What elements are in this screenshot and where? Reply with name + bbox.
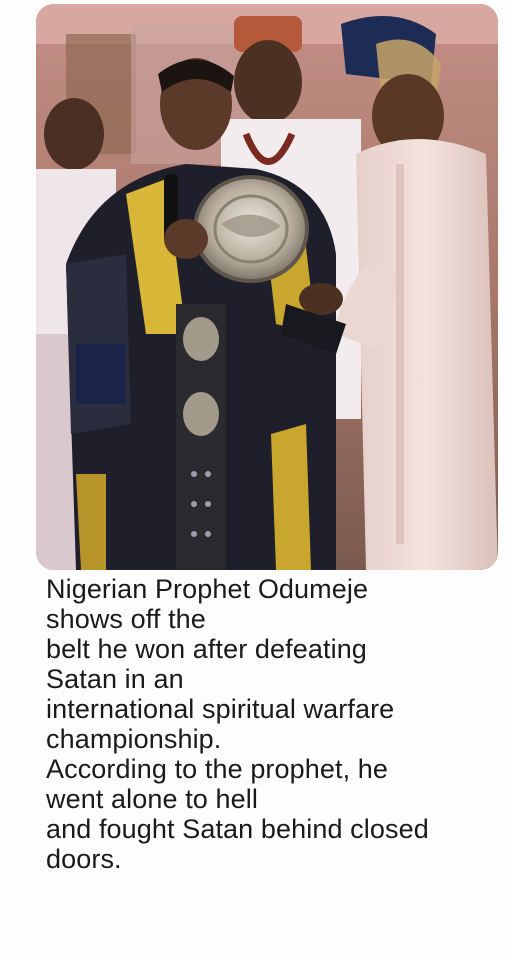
caption-line: went alone to hell: [46, 784, 258, 814]
post-caption: Nigerian Prophet Odumeje shows off the b…: [46, 574, 491, 874]
caption-line: Nigerian Prophet Odumeje: [46, 574, 369, 604]
caption-line: doors.: [46, 844, 122, 874]
caption-line: international spiritual warfare: [46, 694, 395, 724]
photo-illustration: [36, 4, 498, 570]
caption-line: According to the prophet, he: [46, 754, 389, 784]
caption-line: and fought Satan behind closed: [46, 814, 429, 844]
post-photo[interactable]: [36, 4, 498, 570]
caption-line: Satan in an: [46, 664, 184, 694]
caption-line: shows off the: [46, 604, 206, 634]
caption-line: belt he won after defeating: [46, 634, 367, 664]
caption-line: championship.: [46, 724, 222, 754]
post-card: Nigerian Prophet Odumeje shows off the b…: [0, 0, 505, 960]
